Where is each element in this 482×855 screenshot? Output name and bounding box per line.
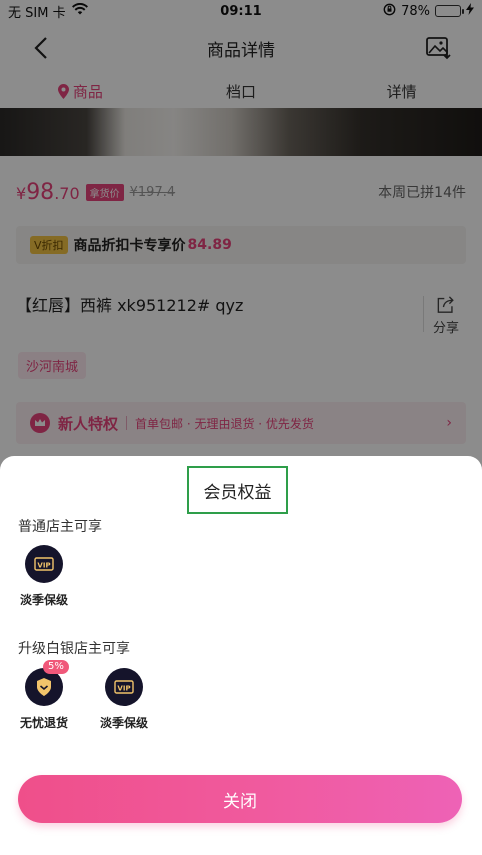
vip-icon: VIP — [105, 668, 143, 706]
member-benefits-sheet: 会员权益 普通店主可享 VIP 淡季保级 升级白银店主可享 5% 无忧退货 VI… — [0, 456, 482, 855]
benefit-offseason-level[interactable]: VIP 淡季保级 — [88, 668, 160, 731]
benefit-worry-free-return[interactable]: 5% 无忧退货 — [8, 660, 80, 731]
benefit-label: 淡季保级 — [99, 716, 148, 730]
svg-text:VIP: VIP — [37, 562, 50, 570]
section-title-normal: 普通店主可享 — [18, 519, 102, 535]
vip-icon: VIP — [25, 545, 63, 583]
product-detail-screen: 无 SIM 卡 09:11 78% 商品详情 商品 档口 详情 ¥98.70 拿… — [0, 0, 482, 855]
shield-icon: 5% — [25, 660, 69, 706]
benefit-label: 无忧退货 — [19, 716, 68, 730]
percent-badge: 5% — [43, 660, 69, 674]
benefit-label: 淡季保级 — [19, 593, 68, 607]
svg-text:VIP: VIP — [117, 685, 130, 693]
benefit-offseason-level[interactable]: VIP 淡季保级 — [8, 545, 80, 608]
close-button[interactable]: 关闭 — [18, 775, 462, 823]
sheet-title: 会员权益 — [187, 466, 288, 514]
section-title-silver: 升级白银店主可享 — [18, 641, 130, 657]
